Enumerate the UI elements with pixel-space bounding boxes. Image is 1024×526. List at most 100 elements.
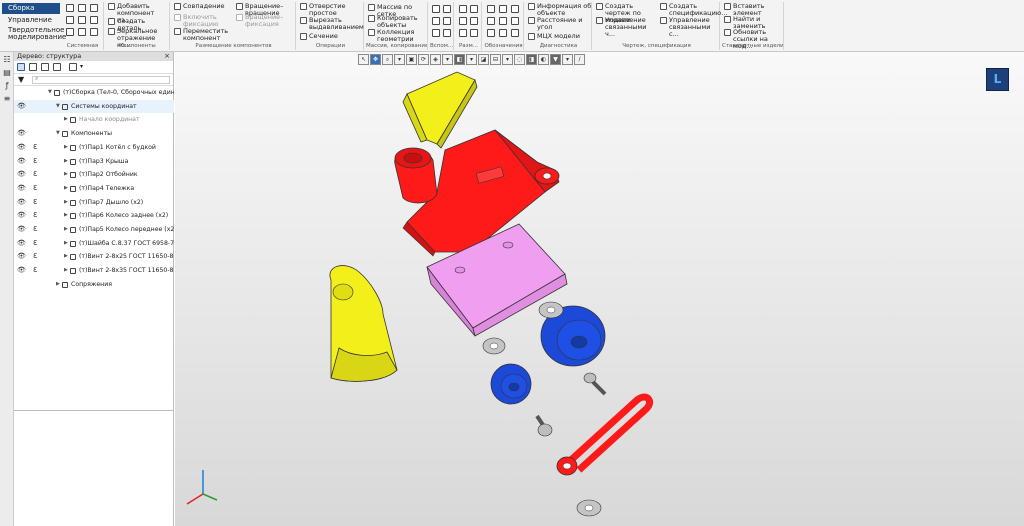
expand-chevron-icon[interactable]: ▼ <box>56 100 60 114</box>
component-state-icon[interactable]: Ɛ <box>33 250 37 264</box>
expand-chevron-icon[interactable]: ▼ <box>56 127 60 141</box>
object-info-button[interactable]: Информация об объекте <box>528 3 592 17</box>
expand-chevron-icon[interactable]: ▶ <box>64 155 68 169</box>
radius-dim-icon[interactable] <box>459 17 467 25</box>
cut-icon[interactable] <box>66 28 74 36</box>
eye-icon[interactable]: 👁 <box>17 250 26 264</box>
redo-icon[interactable] <box>90 16 98 24</box>
tree-row[interactable]: ▶ Начало координат <box>14 113 174 127</box>
buffer-part[interactable] <box>329 265 398 382</box>
rear-wheel-part[interactable] <box>490 363 532 405</box>
sketch-icon[interactable] <box>443 17 451 25</box>
eye-icon[interactable]: 👁 <box>17 223 26 237</box>
component-state-icon[interactable]: Ɛ <box>33 237 37 251</box>
eye-icon[interactable]: 👁 <box>17 182 26 196</box>
paste-icon[interactable] <box>90 28 98 36</box>
eye-icon[interactable]: 👁 <box>17 155 26 169</box>
tree-row[interactable]: 👁 Ɛ ▶ (т)Винт 2-8x25 ГОСТ 11650-80 (x2) <box>14 250 174 264</box>
roof-part[interactable] <box>402 71 478 149</box>
parts-view-icon[interactable] <box>41 63 49 71</box>
move-component-button[interactable]: Переместить компонент <box>174 28 234 42</box>
filter-icon[interactable]: ▼ <box>18 75 24 84</box>
properties-panel-icon[interactable]: ▤ <box>2 68 12 78</box>
tolerance-icon[interactable] <box>487 17 495 25</box>
tree-settings-icon[interactable] <box>69 63 77 71</box>
tree-row[interactable]: 👁 Ɛ ▶ (т)Шайба С.8.37 ГОСТ 6958-78 (x6) <box>14 237 174 251</box>
eye-icon[interactable]: 👁 <box>17 237 26 251</box>
boiler-cab-part[interactable] <box>394 129 560 257</box>
component-state-icon[interactable]: Ɛ <box>33 223 37 237</box>
weld-icon[interactable] <box>511 17 519 25</box>
section-button[interactable]: Сечение <box>300 33 362 40</box>
tree-row[interactable]: 👁 Ɛ ▶ (т)Пар6 Колесо заднее (x2) <box>14 209 174 223</box>
manage-linked-drawings-button[interactable]: Управление связанными ч... <box>596 17 658 37</box>
tree-search-input[interactable]: ⌕ <box>32 75 170 84</box>
expand-chevron-icon[interactable]: ▶ <box>64 182 68 196</box>
chain-dim-icon[interactable] <box>459 29 467 37</box>
close-icon[interactable]: × <box>164 52 170 61</box>
tree-row[interactable]: 👁 Ɛ ▶ (т)Пар5 Колесо переднее (x2) <box>14 223 174 237</box>
component-state-icon[interactable]: Ɛ <box>33 182 37 196</box>
open-folder-icon[interactable] <box>78 4 86 12</box>
expand-chevron-icon[interactable]: ▼ <box>48 86 52 100</box>
expand-chevron-icon[interactable]: ▶ <box>64 237 68 251</box>
manage-linked-specs-button[interactable]: Управление связанными с... <box>660 17 720 37</box>
screws[interactable] <box>535 372 607 437</box>
tree-row[interactable]: 👁 Ɛ ▶ (т)Пар7 Дышло (x2) <box>14 196 174 210</box>
expand-chevron-icon[interactable]: ▶ <box>64 113 68 127</box>
table-icon[interactable] <box>499 29 507 37</box>
bodies-view-icon[interactable] <box>53 63 61 71</box>
tree-row[interactable]: 👁 Ɛ ▶ (т)Пар1 Котёл с будкой <box>14 141 174 155</box>
component-state-icon[interactable]: Ɛ <box>33 264 37 278</box>
eye-icon[interactable]: 👁 <box>17 196 26 210</box>
tree-row[interactable]: 👁 ▼ Компоненты <box>14 127 174 141</box>
copy-icon[interactable] <box>78 28 86 36</box>
undo-icon[interactable] <box>78 16 86 24</box>
variables-fx-icon[interactable]: ƒ <box>2 81 12 91</box>
save-icon[interactable] <box>90 4 98 12</box>
eye-icon[interactable]: 👁 <box>17 141 26 155</box>
coincidence-button[interactable]: Совпадение <box>174 3 234 10</box>
axis-icon[interactable] <box>443 5 451 13</box>
tree-row[interactable]: 👁 ▼ Системы координат <box>14 99 174 114</box>
tree-row[interactable]: 👁 Ɛ ▶ (т)Винт 2-8x35 ГОСТ 11650-80 (x2) <box>14 264 174 278</box>
component-state-icon[interactable]: Ɛ <box>33 168 37 182</box>
copy-objects-button[interactable]: Копировать объекты <box>368 15 428 29</box>
expand-chevron-icon[interactable]: ▶ <box>64 250 68 264</box>
component-state-icon[interactable]: Ɛ <box>33 141 37 155</box>
roughness-icon[interactable] <box>499 5 507 13</box>
plane-icon[interactable] <box>432 5 440 13</box>
linear-dim-icon[interactable] <box>459 5 467 13</box>
tree-row[interactable]: ▶ Сопряжения <box>14 278 174 292</box>
mass-properties-button[interactable]: МЦХ модели <box>528 33 592 40</box>
print-icon[interactable] <box>66 16 74 24</box>
new-doc-icon[interactable] <box>66 4 74 12</box>
leader-icon[interactable] <box>487 5 495 13</box>
tree-panel-icon[interactable]: ☷ <box>2 55 12 65</box>
auto-dim-icon[interactable] <box>470 29 478 37</box>
tree-row[interactable]: 👁 Ɛ ▶ (т)Пар4 Тележка <box>14 182 174 196</box>
component-state-icon[interactable]: Ɛ <box>33 196 37 210</box>
component-state-icon[interactable]: Ɛ <box>33 155 37 169</box>
mode-assembly[interactable]: Сборка <box>2 3 60 14</box>
eye-icon[interactable]: 👁 <box>17 264 26 278</box>
chevron-down-icon[interactable]: ▾ <box>80 63 83 70</box>
mode-management[interactable]: Управление <box>2 15 60 26</box>
3d-viewport[interactable]: ↖ ✥ ⌕ ▾ ▣ ⟳ ◈ ▾ ◧ ▾ ◪ ⊟ ▾ ◌ ◨ ◐ ▼ ▾ ∕ L <box>175 52 1024 526</box>
tree-row[interactable]: 👁 Ɛ ▶ (т)Пар3 Крыша <box>14 155 174 169</box>
geometry-collection-button[interactable]: Коллекция геометрии <box>368 29 428 43</box>
eye-icon[interactable]: 👁 <box>17 100 26 114</box>
expand-chevron-icon[interactable]: ▶ <box>64 196 68 210</box>
point-icon[interactable] <box>432 17 440 25</box>
expand-chevron-icon[interactable]: ▶ <box>64 209 68 223</box>
component-state-icon[interactable]: Ɛ <box>33 209 37 223</box>
tree-row[interactable]: 👁 Ɛ ▶ (т)Пар2 Отбойник <box>14 168 174 182</box>
enable-fixation-button[interactable]: Включить фиксацию <box>174 14 234 28</box>
symbol-icon[interactable] <box>511 29 519 37</box>
extrude-cut-button[interactable]: Вырезать выдавливанием <box>300 17 364 31</box>
curve-icon[interactable] <box>443 29 451 37</box>
simple-hole-button[interactable]: Отверстие простое <box>300 3 362 17</box>
layers-icon[interactable]: ≡ <box>2 94 12 104</box>
structure-view-icon[interactable] <box>17 63 25 71</box>
line-icon[interactable] <box>432 29 440 37</box>
